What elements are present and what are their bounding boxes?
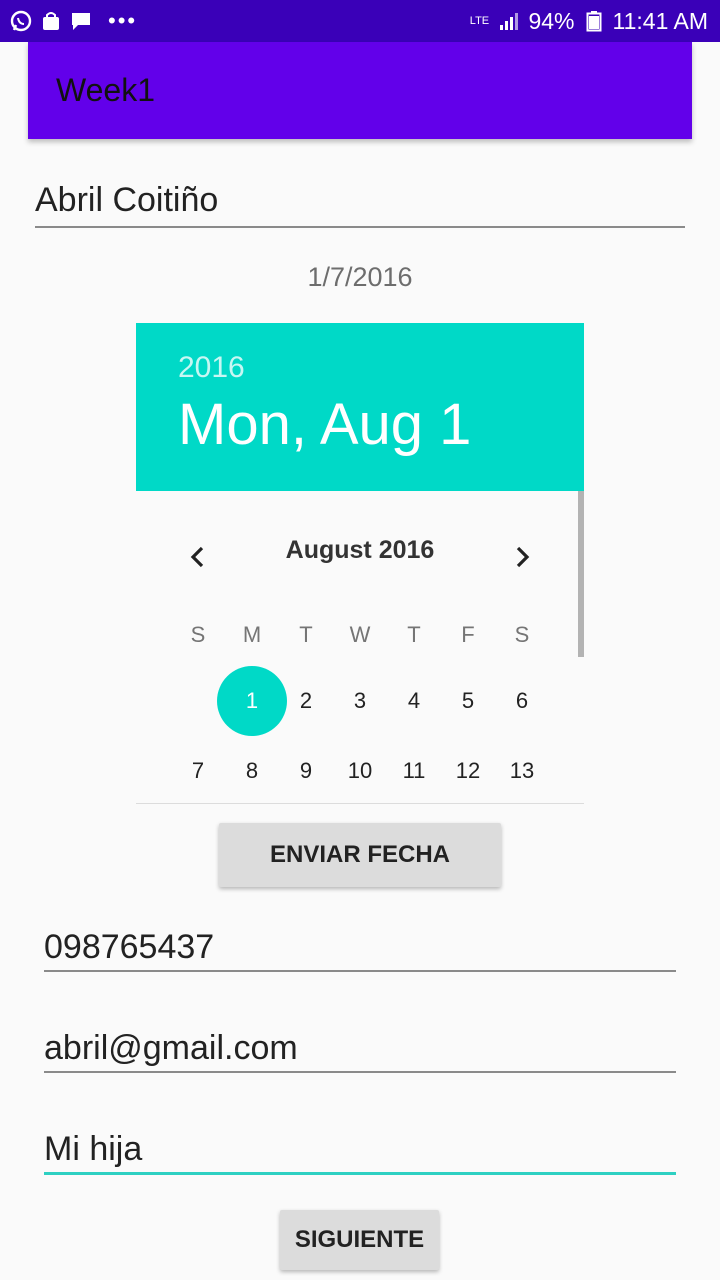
header-year[interactable]: 2016 [178, 351, 245, 385]
weekday-label: M [242, 622, 262, 647]
calendar-day[interactable]: 6 [495, 681, 549, 721]
weekday-label: T [299, 622, 313, 647]
next-month-button[interactable] [500, 535, 544, 579]
send-date-button[interactable]: ENVIAR FECHA [219, 823, 501, 887]
header-date[interactable]: Mon, Aug 1 [178, 391, 471, 458]
clock: 11:41 AM [612, 7, 708, 34]
status-bar: ••• LTE 94% 11:41 AM [0, 0, 720, 42]
name-field[interactable]: Abril Coitiño [35, 178, 685, 228]
weekday-label: T [407, 622, 421, 647]
chevron-right-icon [516, 546, 530, 568]
network-type: LTE [469, 14, 490, 27]
phone-field[interactable]: 098765437 [44, 924, 676, 972]
calendar-day[interactable]: 3 [333, 681, 387, 721]
whatsapp-icon [10, 10, 32, 32]
calendar-day[interactable]: 8 [225, 751, 279, 791]
calendar-day[interactable]: 2 [279, 681, 333, 721]
status-bar-right: LTE 94% 11:41 AM [468, 8, 708, 35]
calendar-day[interactable]: 4 [387, 681, 441, 721]
relation-field[interactable]: Mi hija [44, 1126, 676, 1175]
app-title: Week1 [56, 72, 156, 108]
next-button[interactable]: SIGUIENTE [280, 1210, 439, 1270]
calendar-day[interactable]: 11 [387, 751, 441, 791]
more-dots-icon: ••• [108, 8, 138, 33]
weekday-label: W [349, 622, 371, 647]
calendar-day[interactable]: 7 [171, 751, 225, 791]
scrollbar[interactable] [578, 491, 584, 657]
date-picker: 2016 Mon, Aug 1 August 2016 S M T W T F … [136, 323, 584, 804]
calendar-day[interactable]: 13 [495, 751, 549, 791]
weekday-label: S [190, 622, 206, 647]
signal-icon [498, 10, 520, 32]
weekday-header-row: S M T W T F S [171, 615, 549, 655]
app-bar: Week1 [28, 42, 692, 139]
weekday-label: S [514, 622, 530, 647]
calendar-day[interactable]: 9 [279, 751, 333, 791]
battery-percent: 94% [528, 7, 575, 34]
calendar-week-row: 1 2 3 4 5 6 [171, 681, 549, 721]
battery-icon [583, 10, 605, 32]
email-field[interactable]: abril@gmail.com [44, 1025, 676, 1073]
message-icon [70, 10, 92, 32]
previous-month-button[interactable] [176, 535, 220, 579]
calendar-day-selected[interactable]: 1 [225, 681, 279, 721]
calendar-day[interactable]: 10 [333, 751, 387, 791]
weekday-label: F [461, 622, 475, 647]
status-bar-left: ••• [10, 10, 137, 32]
calendar-day[interactable]: 5 [441, 681, 495, 721]
calendar-day-label: 1 [245, 688, 259, 713]
chevron-left-icon [190, 546, 204, 568]
calendar-week-row: 7 8 9 10 11 12 13 [171, 751, 549, 791]
calendar-day[interactable]: 12 [441, 751, 495, 791]
shopping-bag-icon [40, 10, 62, 32]
selected-date-text: 1/7/2016 [307, 262, 413, 292]
date-picker-header: 2016 Mon, Aug 1 [136, 323, 584, 491]
